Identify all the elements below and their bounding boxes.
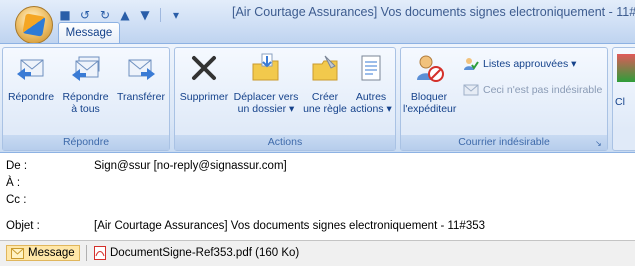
block-label-2: l'expéditeur [403, 103, 457, 115]
to-label: À : [6, 177, 21, 189]
ribbon: Répondre Répondre à tous Transférer Répo… [0, 43, 635, 153]
reply-all-button[interactable]: Répondre à tous [58, 52, 113, 115]
other-actions-button[interactable]: Autres actions ▾ [349, 52, 393, 115]
cc-label: Cc : [6, 194, 27, 206]
other-label-1: Autres [355, 91, 387, 103]
office-logo-icon [22, 13, 46, 37]
not-junk-icon [463, 84, 479, 96]
create-rule-icon [312, 55, 338, 81]
group-label-repondre: Répondre [3, 135, 169, 150]
block-label-1: Bloquer [410, 91, 448, 103]
move-label-1: Déplacer vers [233, 91, 299, 103]
other-actions-icon [361, 55, 381, 81]
qat-separator [160, 8, 161, 22]
attachment-message-label: Message [28, 247, 75, 259]
reply-all-label-2: à tous [71, 103, 100, 115]
reply-button[interactable]: Répondre [5, 52, 57, 103]
office-button[interactable] [15, 6, 53, 44]
delete-label: Supprimer [179, 91, 229, 103]
redo-icon[interactable]: ↻ [98, 8, 112, 22]
move-to-folder-button[interactable]: Déplacer vers un dossier ▾ [231, 52, 301, 115]
move-folder-icon [252, 53, 279, 81]
up-icon[interactable]: ▲ [118, 8, 132, 22]
reply-all-icon [71, 56, 99, 81]
from-label: De : [6, 160, 28, 172]
window-title: [Air Courtage Assurances] Vos documents … [232, 5, 635, 19]
down-icon[interactable]: ▼ [138, 8, 152, 22]
tab-message[interactable]: Message [58, 22, 120, 44]
group-junk: Bloquer l'expéditeur Listes approuvées ▾… [400, 47, 608, 151]
not-junk-label: Ceci n'est pas indésirable [483, 84, 603, 96]
group-repondre: Répondre Répondre à tous Transférer Répo… [2, 47, 170, 151]
reply-label: Répondre [7, 91, 55, 103]
dialog-launcher-icon[interactable]: ↘ [595, 139, 604, 148]
approved-lists-button[interactable]: Listes approuvées ▾ [463, 56, 576, 72]
next-group-icon [617, 54, 635, 82]
approved-lists-icon [464, 58, 479, 70]
attachment-pdf[interactable]: DocumentSigne-Ref353.pdf (160 Ko) [94, 245, 299, 261]
reply-icon [17, 59, 44, 80]
subject-value: [Air Courtage Assurances] Vos documents … [94, 220, 486, 232]
save-icon[interactable]: ■ [58, 8, 72, 22]
block-sender-icon [417, 55, 444, 82]
rule-label-1: Créer [311, 91, 339, 103]
not-junk-button[interactable]: Ceci n'est pas indésirable [463, 82, 602, 98]
attachments-bar: Message DocumentSigne-Ref353.pdf (160 Ko… [0, 240, 635, 266]
from-value[interactable]: Sign@ssur [no-reply@signassur.com] [94, 160, 287, 172]
forward-label: Transférer [116, 91, 166, 103]
subject-label: Objet : [6, 220, 40, 232]
move-label-2: un dossier ▾ [237, 103, 295, 115]
block-sender-button[interactable]: Bloquer l'expéditeur [403, 52, 457, 115]
customize-icon[interactable]: ▾ [169, 8, 183, 22]
delete-button[interactable]: Supprimer [177, 52, 231, 103]
rule-label-2: une règle [303, 103, 347, 115]
pdf-icon [94, 246, 106, 260]
forward-button[interactable]: Transférer [115, 52, 167, 103]
delete-icon [192, 56, 216, 80]
attachment-separator [86, 245, 87, 261]
envelope-icon [11, 247, 24, 259]
group-label-junk: Courrier indésirable [401, 135, 607, 150]
attachment-pdf-label: DocumentSigne-Ref353.pdf (160 Ko) [110, 247, 300, 259]
group-next-partial: Cl [612, 47, 635, 151]
title-bar: ■ ↺ ↻ ▲ ▼ ▾ [Air Courtage Assurances] Vo… [0, 0, 635, 44]
group-actions: Supprimer Déplacer vers un dossier ▾ Cré… [174, 47, 396, 151]
other-label-2: actions ▾ [350, 103, 392, 115]
attachment-message-tab[interactable]: Message [6, 245, 80, 261]
undo-icon[interactable]: ↺ [78, 8, 92, 22]
create-rule-button[interactable]: Créer une règle [301, 52, 349, 115]
forward-icon [128, 59, 155, 80]
reply-all-label-1: Répondre [62, 91, 109, 103]
group-label-actions: Actions [175, 135, 395, 150]
approved-lists-label: Listes approuvées ▾ [483, 58, 577, 70]
next-group-label[interactable]: Cl [615, 96, 635, 108]
